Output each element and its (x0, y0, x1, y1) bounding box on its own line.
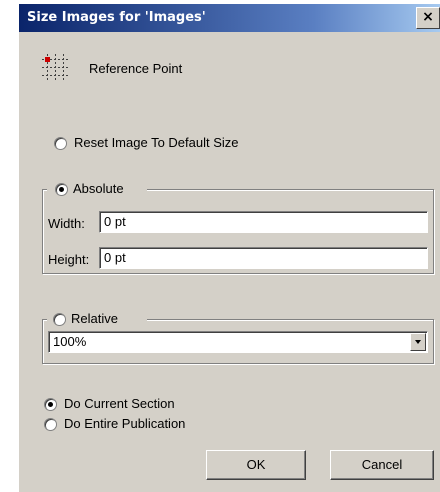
close-icon: × (422, 9, 434, 25)
dialog-title: Size Images for 'Images' (27, 10, 206, 25)
cancel-button[interactable]: Cancel (330, 450, 434, 480)
entire-publication-radio[interactable] (44, 418, 57, 431)
close-button[interactable]: × (416, 7, 440, 29)
absolute-label[interactable]: Absolute (73, 181, 124, 196)
size-images-dialog: Size Images for 'Images' × Reference Poi… (17, 3, 440, 492)
absolute-legend: Absolute (47, 181, 147, 197)
reference-point-marker[interactable] (45, 57, 50, 62)
width-label: Width: (48, 216, 85, 231)
absolute-radio[interactable] (55, 183, 68, 196)
reference-point-label: Reference Point (89, 61, 183, 76)
reference-point-icon[interactable] (42, 54, 68, 80)
relative-dropdown[interactable]: 100% (48, 331, 428, 353)
current-section-radio[interactable] (44, 398, 57, 411)
height-label: Height: (48, 252, 90, 267)
height-field[interactable]: 0 pt (99, 247, 428, 269)
relative-dropdown-value: 100% (53, 334, 87, 349)
chevron-down-icon[interactable] (410, 333, 426, 351)
entire-publication-label[interactable]: Do Entire Publication (64, 416, 185, 431)
current-section-label[interactable]: Do Current Section (64, 396, 175, 411)
title-bar[interactable]: Size Images for 'Images' × (19, 4, 440, 32)
ok-button[interactable]: OK (206, 450, 306, 480)
width-field[interactable]: 0 pt (99, 211, 428, 233)
relative-legend: Relative (47, 311, 147, 327)
reset-size-label[interactable]: Reset Image To Default Size (74, 135, 239, 150)
relative-label[interactable]: Relative (71, 311, 118, 326)
relative-radio[interactable] (53, 313, 66, 326)
reset-size-radio[interactable] (54, 137, 67, 150)
